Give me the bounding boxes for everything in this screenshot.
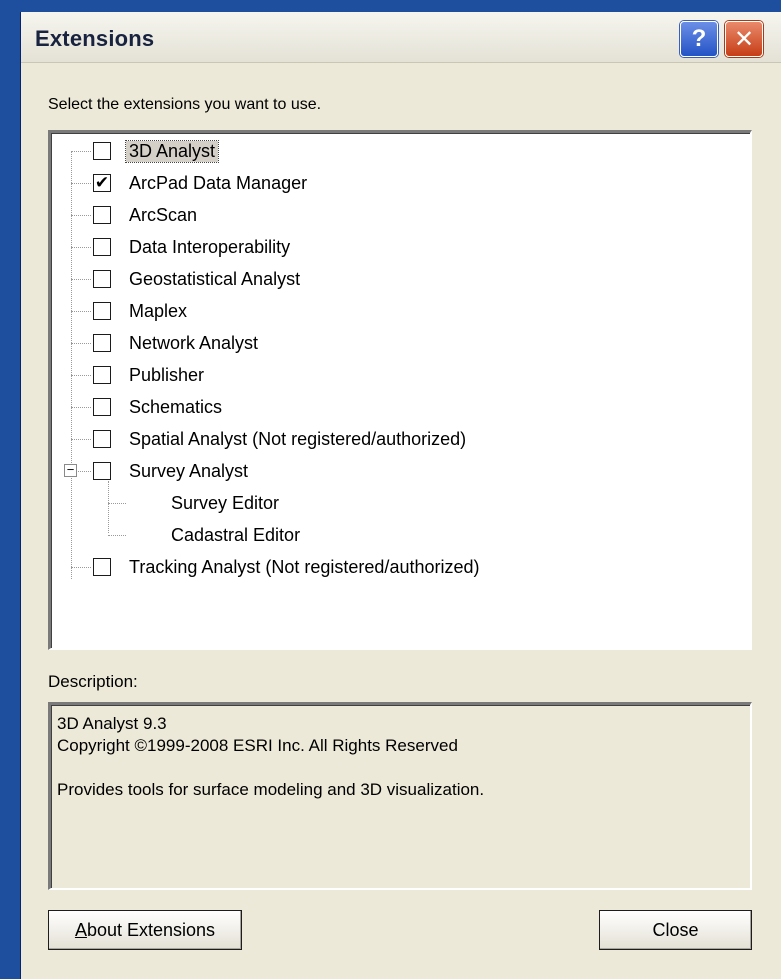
tree-item-cadastral-editor[interactable]: Cadastral Editor — [51, 520, 731, 550]
tree-item-label: 3D Analyst — [124, 140, 220, 163]
tree-item-maplex[interactable]: Maplex — [51, 296, 731, 326]
checkbox-network-analyst[interactable] — [93, 334, 111, 352]
checkbox-schematics[interactable] — [93, 398, 111, 416]
tree-item-arcscan[interactable]: ArcScan — [51, 200, 731, 230]
tree-item-label: Publisher — [129, 365, 205, 385]
checkmark-icon: ✔ — [94, 173, 110, 192]
tree-item-tracking-analyst[interactable]: Tracking Analyst (Not registered/authori… — [51, 552, 731, 582]
tree-item-label: ArcPad Data Manager — [129, 173, 308, 193]
tree-item-label: Data Interoperability — [129, 237, 291, 257]
tree-item-network-analyst[interactable]: Network Analyst — [51, 328, 731, 358]
tree-item-geostatistical-analyst[interactable]: Geostatistical Analyst — [51, 264, 731, 294]
tree-item-label: Survey Analyst — [129, 461, 249, 481]
checkbox-geostatistical-analyst[interactable] — [93, 270, 111, 288]
checkbox-data-interoperability[interactable] — [93, 238, 111, 256]
title-bar: Extensions ? ✕ — [21, 12, 781, 63]
tree-item-label: Network Analyst — [129, 333, 259, 353]
checkbox-arcpad-data-manager[interactable]: ✔ — [93, 174, 111, 192]
tree-item-spatial-analyst[interactable]: Spatial Analyst (Not registered/authoriz… — [51, 424, 731, 454]
question-icon: ? — [691, 25, 707, 52]
checkbox-spatial-analyst[interactable] — [93, 430, 111, 448]
extensions-tree[interactable]: 3D Analyst ✔ ArcPad Data Manager ArcScan… — [48, 130, 752, 650]
tree-item-label: ArcScan — [129, 205, 198, 225]
close-button[interactable]: Close — [599, 910, 752, 950]
tree-subitem-label: Cadastral Editor — [171, 525, 301, 545]
checkbox-survey-analyst[interactable] — [93, 462, 111, 480]
instruction-text: Select the extensions you want to use. — [48, 96, 322, 113]
tree-item-schematics[interactable]: Schematics — [51, 392, 731, 422]
tree-item-3d-analyst[interactable]: 3D Analyst — [51, 136, 731, 166]
description-line: 3D Analyst 9.3 — [57, 714, 167, 733]
tree-item-label: Schematics — [129, 397, 223, 417]
button-label: bout Extensions — [86, 919, 216, 940]
description-line: Provides tools for surface modeling and … — [57, 780, 485, 799]
accelerator-key: A — [74, 919, 87, 940]
help-button[interactable]: ? — [680, 21, 718, 57]
tree-item-label: Spatial Analyst (Not registered/authoriz… — [129, 429, 467, 449]
tree-item-label: Tracking Analyst (Not registered/authori… — [129, 557, 480, 577]
window-title: Extensions — [35, 26, 155, 51]
close-icon: ✕ — [733, 25, 755, 53]
checkbox-maplex[interactable] — [93, 302, 111, 320]
tree-item-survey-editor[interactable]: Survey Editor — [51, 488, 731, 518]
collapse-toggle-icon[interactable]: − — [64, 463, 77, 477]
checkbox-3d-analyst[interactable] — [93, 142, 111, 160]
tree-subitem-label: Survey Editor — [171, 493, 280, 513]
tree-item-publisher[interactable]: Publisher — [51, 360, 731, 390]
window-close-button[interactable]: ✕ — [725, 21, 763, 57]
button-label: Close — [652, 919, 699, 940]
description-line: Copyright ©1999-2008 ESRI Inc. All Right… — [57, 736, 458, 755]
description-box: 3D Analyst 9.3 Copyright ©1999-2008 ESRI… — [48, 702, 752, 890]
extensions-dialog: Extensions ? ✕ Select the extensions you… — [20, 12, 781, 979]
tree-item-survey-analyst[interactable]: − Survey Analyst — [51, 456, 731, 486]
checkbox-arcscan[interactable] — [93, 206, 111, 224]
tree-item-label: Geostatistical Analyst — [129, 269, 301, 289]
tree-item-label: Maplex — [129, 301, 188, 321]
checkbox-publisher[interactable] — [93, 366, 111, 384]
description-label: Description: — [48, 672, 138, 691]
tree-item-arcpad-data-manager[interactable]: ✔ ArcPad Data Manager — [51, 168, 731, 198]
about-extensions-button[interactable]: About Extensions — [48, 910, 242, 950]
tree-item-data-interoperability[interactable]: Data Interoperability — [51, 232, 731, 262]
checkbox-tracking-analyst[interactable] — [93, 558, 111, 576]
